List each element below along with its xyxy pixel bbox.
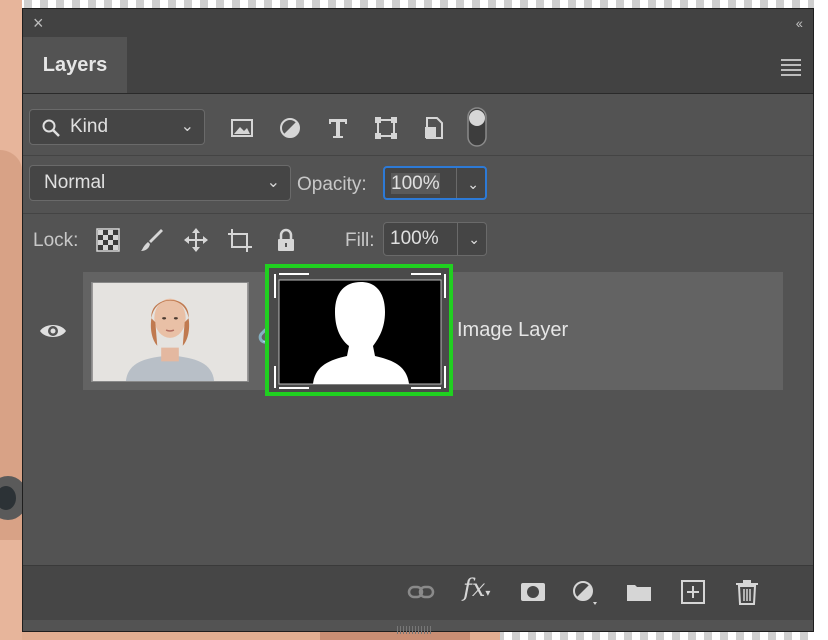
close-icon[interactable]: × <box>33 14 44 32</box>
kind-filter-label: Kind <box>70 116 109 137</box>
lock-artboard-icon[interactable] <box>227 227 253 253</box>
group-folder-icon[interactable] <box>625 578 653 606</box>
kind-filter-dropdown[interactable]: Kind ⌄ <box>29 109 205 145</box>
blend-mode-dropdown[interactable]: Normal ⌄ <box>29 165 291 201</box>
add-mask-icon[interactable] <box>519 578 547 606</box>
new-layer-icon[interactable] <box>679 578 707 606</box>
lock-transparent-icon[interactable] <box>95 227 121 253</box>
smart-object-filter-icon[interactable] <box>421 115 447 141</box>
opacity-input[interactable]: 100% ⌄ <box>383 166 487 200</box>
layer-name[interactable]: Image Layer <box>457 319 568 342</box>
layers-panel: × ‹‹ Layers Kind ⌄ Normal ⌄ Opacity: 100… <box>22 8 814 634</box>
link-layers-icon[interactable] <box>407 578 435 606</box>
fill-value: 100% <box>390 228 439 249</box>
layer-image-thumbnail[interactable] <box>91 282 249 382</box>
opacity-value: 100% <box>391 173 440 194</box>
trash-icon[interactable] <box>733 578 761 606</box>
fx-label: fx <box>463 574 486 602</box>
search-icon <box>42 119 60 137</box>
resize-grip[interactable] <box>397 621 437 634</box>
lock-label: Lock: <box>33 230 79 251</box>
adjustment-filter-icon[interactable] <box>277 115 303 141</box>
fx-icon[interactable]: fx▾ <box>463 574 491 602</box>
panel-titlebar: × ‹‹ <box>23 9 813 37</box>
tab-layers[interactable]: Layers <box>23 37 127 93</box>
lock-all-icon[interactable] <box>273 227 299 253</box>
layer-mask-thumbnail[interactable] <box>265 264 453 396</box>
eye-icon[interactable] <box>39 321 67 341</box>
filter-toggle-icon[interactable] <box>467 107 487 147</box>
fill-label: Fill: <box>345 230 375 251</box>
panel-tabbar: Layers <box>23 37 813 94</box>
collapse-icon[interactable]: ‹‹ <box>796 15 803 31</box>
image-filter-icon[interactable] <box>229 115 255 141</box>
fill-input[interactable]: 100% ⌄ <box>383 222 487 256</box>
chevron-down-icon: ⌄ <box>180 118 194 135</box>
shape-filter-icon[interactable] <box>373 115 399 141</box>
lock-paint-icon[interactable] <box>139 227 165 253</box>
adjustment-layer-icon[interactable] <box>571 578 599 606</box>
blend-mode-value: Normal <box>44 172 106 193</box>
chevron-down-icon: ⌄ <box>266 174 280 191</box>
opacity-label: Opacity: <box>297 174 367 195</box>
lock-position-icon[interactable] <box>183 227 209 253</box>
chevron-down-icon[interactable]: ⌄ <box>468 223 480 255</box>
chevron-down-icon[interactable]: ⌄ <box>467 168 479 200</box>
type-filter-icon[interactable] <box>325 115 351 141</box>
panel-menu-icon[interactable] <box>781 59 801 79</box>
panel-footer: fx▾ <box>23 565 813 620</box>
